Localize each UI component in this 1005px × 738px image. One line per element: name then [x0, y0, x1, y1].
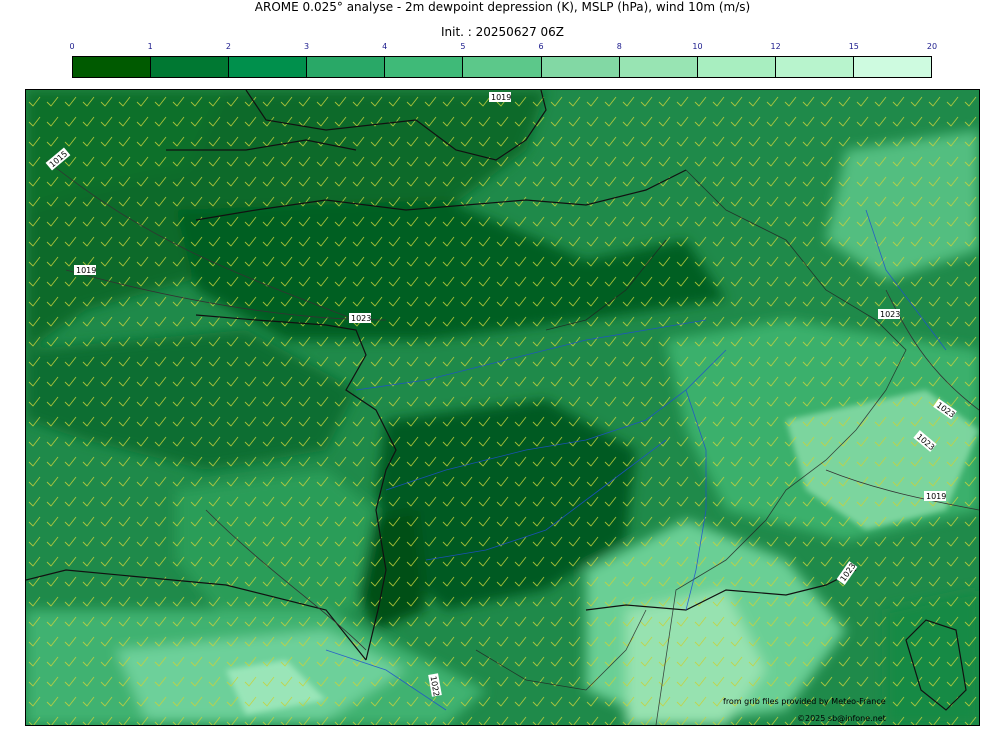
- colorbar-segment: [619, 57, 698, 77]
- colorbar-segment: [151, 57, 230, 77]
- colorbar-tick-label: 12: [770, 42, 781, 51]
- colorbar-tick-label: 5: [460, 42, 466, 51]
- colorbar-segment: [463, 57, 542, 77]
- colorbar-segment: [385, 57, 464, 77]
- copyright-credit: ©2025 sb@infone.net: [797, 714, 886, 723]
- colorbar-segment: [697, 57, 776, 77]
- colorbar-tick-label: 8: [616, 42, 622, 51]
- isobar-label: 1019: [926, 492, 946, 501]
- map-svg: 1019 1015 1019 1023 1023 1023 1023 1022 …: [26, 90, 979, 725]
- source-credit: from grib files provided by Meteo-France: [723, 697, 886, 706]
- colorbar-tick-label: 4: [382, 42, 388, 51]
- colorbar-tick-label: 6: [538, 42, 544, 51]
- colorbar-tick-label: 2: [225, 42, 231, 51]
- init-time: Init. : 20250627 06Z: [440, 25, 565, 39]
- weather-map[interactable]: 1019 1015 1019 1023 1023 1023 1023 1022 …: [25, 89, 980, 726]
- colorbar-tick-label: 1: [147, 42, 153, 51]
- isobar-label: 1023: [351, 314, 371, 323]
- colorbar-tick-label: 3: [303, 42, 310, 51]
- wind-barbs: [26, 90, 979, 725]
- colorbar-segment: [229, 57, 308, 77]
- colorbar-tick-label: 10: [692, 42, 703, 51]
- colorbar-segment: [307, 57, 386, 77]
- colorbar-tick-label: 20: [926, 42, 938, 51]
- colorbar-segment: [853, 57, 932, 77]
- colorbar-segment: [541, 57, 620, 77]
- colorbar-tick-label: 15: [848, 42, 859, 51]
- colorbar-segment: [775, 57, 854, 77]
- isobar-label: 1019: [76, 266, 96, 275]
- colorbar: [72, 56, 932, 78]
- colorbar-tick-label: 0: [69, 42, 75, 51]
- isobar-label: 1019: [491, 93, 511, 102]
- colorbar-segment: [73, 57, 152, 77]
- isobar-label: 1023: [880, 310, 900, 319]
- chart-title: AROME 0.025° analyse - 2m dewpoint depre…: [254, 0, 751, 14]
